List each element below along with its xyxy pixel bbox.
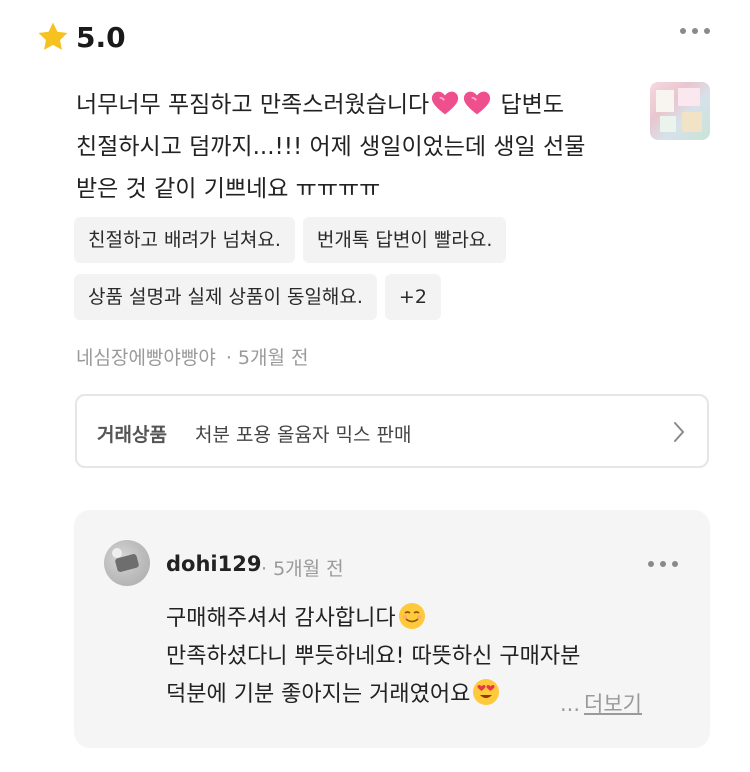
review-author[interactable]: 네심장에빵야빵야 bbox=[76, 347, 216, 369]
review-meta: 네심장에빵야빵야 · 5개월 전 bbox=[76, 343, 308, 370]
review-text: 너무너무 푸짐하고 만족스러웠습니다 답변도 친절하시고 덤까지...!!! 어… bbox=[76, 84, 636, 210]
review-line-2: 친절하시고 덤까지...!!! 어제 생일이었는데 생일 선물 bbox=[76, 134, 586, 160]
reply-line-2: 만족하셨다니 뿌듯하네요! 따뜻하신 구매자분 bbox=[166, 644, 581, 669]
heart-eyes-icon bbox=[473, 679, 500, 705]
tag-chip: 상품 설명과 실제 상품이 동일해요. bbox=[74, 274, 377, 320]
review-photo-thumbnail[interactable] bbox=[650, 82, 710, 140]
reply-line-1: 구매해주셔서 감사합니다 bbox=[166, 606, 396, 631]
ellipsis: ... bbox=[560, 692, 581, 716]
pink-heart-icon bbox=[432, 91, 459, 115]
reply-username[interactable]: dohi129 bbox=[166, 552, 261, 576]
review-time: 5개월 전 bbox=[237, 347, 309, 369]
tag-more-chip[interactable]: +2 bbox=[384, 274, 441, 320]
more-options-icon[interactable] bbox=[680, 28, 710, 34]
reply-line-3: 덕분에 기분 좋아지는 거래였어요 bbox=[166, 682, 471, 707]
rating-row: 5.0 bbox=[36, 20, 126, 54]
meta-separator: · bbox=[225, 347, 232, 369]
smiling-face-icon bbox=[398, 603, 425, 629]
rating-value: 5.0 bbox=[76, 20, 126, 54]
product-label: 거래상품 bbox=[97, 424, 167, 446]
star-icon bbox=[38, 22, 68, 50]
avatar[interactable] bbox=[104, 540, 150, 586]
review-line-1-end: 답변도 bbox=[500, 92, 564, 118]
pink-heart-icon bbox=[464, 91, 491, 115]
tag-chip: 친절하고 배려가 넘쳐요. bbox=[74, 217, 295, 263]
review-line-1: 너무너무 푸짐하고 만족스러웠습니다 bbox=[76, 92, 430, 118]
read-more-label[interactable]: 더보기 bbox=[584, 692, 642, 716]
seller-reply: dohi129 · 5개월 전 구매해주셔서 감사합니다 만족하셨다니 뿌듯하네… bbox=[74, 510, 710, 748]
reply-time: · 5개월 전 bbox=[261, 558, 344, 580]
reply-more-options-icon[interactable] bbox=[648, 561, 678, 567]
read-more-link[interactable]: ... 더보기 bbox=[560, 688, 642, 718]
traded-product-link[interactable]: 거래상품 처분 포용 올윰자 믹스 판매 bbox=[75, 394, 709, 468]
review-line-3: 받은 것 같이 기쁘네요 ㅠㅠㅠㅠ bbox=[76, 176, 381, 202]
product-name: 처분 포용 올윰자 믹스 판매 bbox=[195, 424, 412, 446]
tag-chip: 번개톡 답변이 빨라요. bbox=[302, 217, 507, 263]
chevron-right-icon bbox=[674, 422, 685, 442]
review-tags: 친절하고 배려가 넘쳐요. 번개톡 답변이 빨라요. 상품 설명과 실제 상품이… bbox=[74, 217, 674, 331]
